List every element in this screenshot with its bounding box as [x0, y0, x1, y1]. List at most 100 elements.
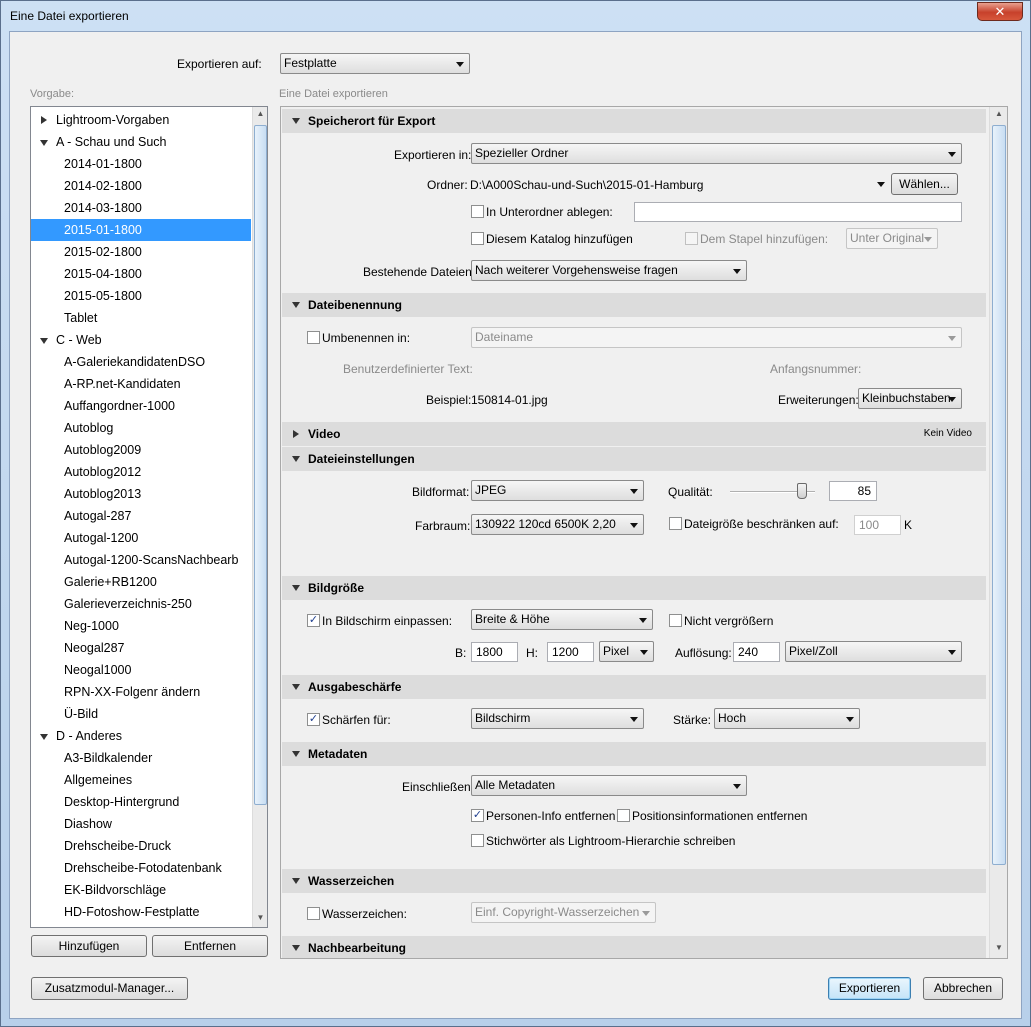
preset-folder[interactable]: A - Schau und Such [31, 131, 251, 153]
extensions-select[interactable]: Kleinbuchstaben [858, 388, 962, 409]
preset-item[interactable]: 2015-02-1800 [31, 241, 251, 263]
quality-slider-knob[interactable] [797, 483, 808, 499]
image-format-select[interactable]: JPEG [471, 480, 644, 501]
preset-item[interactable]: Autoblog [31, 417, 251, 439]
preset-item[interactable]: 2015-01-1800 [31, 219, 251, 241]
expanded-triangle-icon[interactable] [40, 338, 48, 344]
quality-slider[interactable] [730, 483, 815, 499]
scroll-up-icon[interactable]: ▲ [993, 109, 1005, 121]
export-to-select[interactable]: Festplatte [280, 53, 470, 74]
scroll-down-icon[interactable]: ▼ [993, 943, 1005, 955]
title-bar[interactable]: Eine Datei exportieren ✕ [1, 1, 1030, 31]
plugin-manager-button[interactable]: Zusatzmodul-Manager... [31, 977, 188, 1000]
preset-item[interactable]: A-RP.net-Kandidaten [31, 373, 251, 395]
preset-folder[interactable]: C - Web [31, 329, 251, 351]
preset-item[interactable]: Neogal1000 [31, 659, 251, 681]
add-preset-button[interactable]: Hinzufügen [31, 935, 147, 957]
preset-item[interactable]: 2014-03-1800 [31, 197, 251, 219]
sharpen-for-checkbox[interactable]: ✓ [307, 713, 320, 726]
remove-location-checkbox[interactable] [617, 809, 630, 822]
preset-item[interactable]: Autoblog2009 [31, 439, 251, 461]
close-button[interactable]: ✕ [977, 2, 1023, 21]
preset-item[interactable]: Tablet [31, 307, 251, 329]
remove-preset-button[interactable]: Entfernen [152, 935, 268, 957]
include-metadata-select[interactable]: Alle Metadaten [471, 775, 747, 796]
preset-item[interactable]: Desktop-Hintergrund [31, 791, 251, 813]
preset-tree[interactable]: Lightroom-Vorgaben A - Schau und Such 2014… [30, 106, 268, 928]
preset-folder[interactable]: D - Anderes [31, 725, 251, 747]
preset-item[interactable]: Autogal-1200 [31, 527, 251, 549]
limit-size-input[interactable]: 100 [854, 515, 901, 535]
preset-item[interactable]: Drehscheibe-Fotodatenbank [31, 857, 251, 879]
remove-person-info-checkbox[interactable]: ✓ [471, 809, 484, 822]
section-video[interactable]: Video Kein Video [282, 422, 986, 446]
section-file-settings[interactable]: Dateieinstellungen [282, 447, 986, 471]
preset-item[interactable]: Galerie+RB1200 [31, 571, 251, 593]
resize-mode-select[interactable]: Breite & Höhe [471, 609, 653, 630]
color-space-select[interactable]: 130922 120cd 6500K 2,20 [471, 514, 644, 535]
preset-item[interactable]: 2015-04-1800 [31, 263, 251, 285]
preset-item[interactable]: 2014-02-1800 [31, 175, 251, 197]
preset-item[interactable]: RPN-XX-Folgenr ändern [31, 681, 251, 703]
resolution-input[interactable]: 240 [733, 642, 780, 662]
section-post-processing[interactable]: Nachbearbeitung [282, 936, 986, 958]
preset-item[interactable]: Autogal-287 [31, 505, 251, 527]
preset-item[interactable]: Diashow [31, 813, 251, 835]
rename-checkbox[interactable] [307, 331, 320, 344]
watermark-select[interactable]: Einf. Copyright-Wasserzeichen [471, 902, 656, 923]
export-button[interactable]: Exportieren [828, 977, 911, 1000]
section-watermarking[interactable]: Wasserzeichen [282, 869, 986, 893]
expanded-triangle-icon[interactable] [40, 734, 48, 740]
preset-item[interactable]: Neogal287 [31, 637, 251, 659]
preset-tree-scroll-thumb[interactable] [254, 125, 267, 805]
preset-item[interactable]: HD-Fotoshow-Festplatte [31, 901, 251, 923]
height-input[interactable]: 1200 [547, 642, 594, 662]
subfolder-checkbox[interactable] [471, 205, 484, 218]
sharpen-amount-select[interactable]: Hoch [714, 708, 860, 729]
section-file-naming[interactable]: Dateibenennung [282, 293, 986, 317]
subfolder-input[interactable] [634, 202, 962, 222]
preset-item[interactable]: Postoffschwen-zul-HD [31, 923, 251, 927]
export-in-select[interactable]: Spezieller Ordner [471, 143, 962, 164]
preset-item[interactable]: Autoblog2012 [31, 461, 251, 483]
resolution-unit-select[interactable]: Pixel/Zoll [785, 641, 962, 662]
choose-folder-button[interactable]: Wählen... [891, 173, 958, 195]
preset-item[interactable]: Galerieverzeichnis-250 [31, 593, 251, 615]
cancel-button[interactable]: Abbrechen [923, 977, 1003, 1000]
rename-template-select[interactable]: Dateiname [471, 327, 962, 348]
add-to-catalog-checkbox[interactable] [471, 232, 484, 245]
collapsed-triangle-icon[interactable] [41, 116, 47, 124]
preset-item[interactable]: Drehscheibe-Druck [31, 835, 251, 857]
expanded-triangle-icon[interactable] [40, 140, 48, 146]
quality-input[interactable]: 85 [829, 481, 877, 501]
watermark-checkbox[interactable] [307, 907, 320, 920]
resize-to-fit-checkbox[interactable]: ✓ [307, 614, 320, 627]
dont-enlarge-checkbox[interactable] [669, 614, 682, 627]
preset-item[interactable]: EK-Bildvorschläge [31, 879, 251, 901]
stack-position-select[interactable]: Unter Original [846, 228, 938, 249]
preset-item[interactable]: 2015-05-1800 [31, 285, 251, 307]
settings-scrollbar[interactable]: ▲ ▼ [989, 107, 1007, 958]
section-export-location[interactable]: Speicherort für Export [282, 109, 986, 133]
add-to-stack-checkbox[interactable] [685, 232, 698, 245]
keyword-hierarchy-checkbox[interactable] [471, 834, 484, 847]
preset-item[interactable]: A3-Bildkalender [31, 747, 251, 769]
width-input[interactable]: 1800 [471, 642, 518, 662]
settings-scroll-thumb[interactable] [992, 125, 1006, 865]
preset-item[interactable]: Neg-1000 [31, 615, 251, 637]
section-output-sharpening[interactable]: Ausgabeschärfe [282, 675, 986, 699]
preset-folder[interactable]: Lightroom-Vorgaben [31, 109, 251, 131]
sharpen-for-select[interactable]: Bildschirm [471, 708, 644, 729]
size-unit-select[interactable]: Pixel [599, 641, 654, 662]
scroll-up-icon[interactable]: ▲ [255, 109, 266, 121]
preset-item[interactable]: A-GaleriekandidatenDSO [31, 351, 251, 373]
section-image-sizing[interactable]: Bildgröße [282, 576, 986, 600]
preset-item[interactable]: Auffangordner-1000 [31, 395, 251, 417]
preset-item[interactable]: Autoblog2013 [31, 483, 251, 505]
preset-item[interactable]: 2014-01-1800 [31, 153, 251, 175]
section-metadata[interactable]: Metadaten [282, 742, 986, 766]
preset-item[interactable]: Ü-Bild [31, 703, 251, 725]
limit-size-checkbox[interactable] [669, 517, 682, 530]
preset-item[interactable]: Allgemeines [31, 769, 251, 791]
folder-history-dropdown-icon[interactable] [877, 182, 885, 187]
